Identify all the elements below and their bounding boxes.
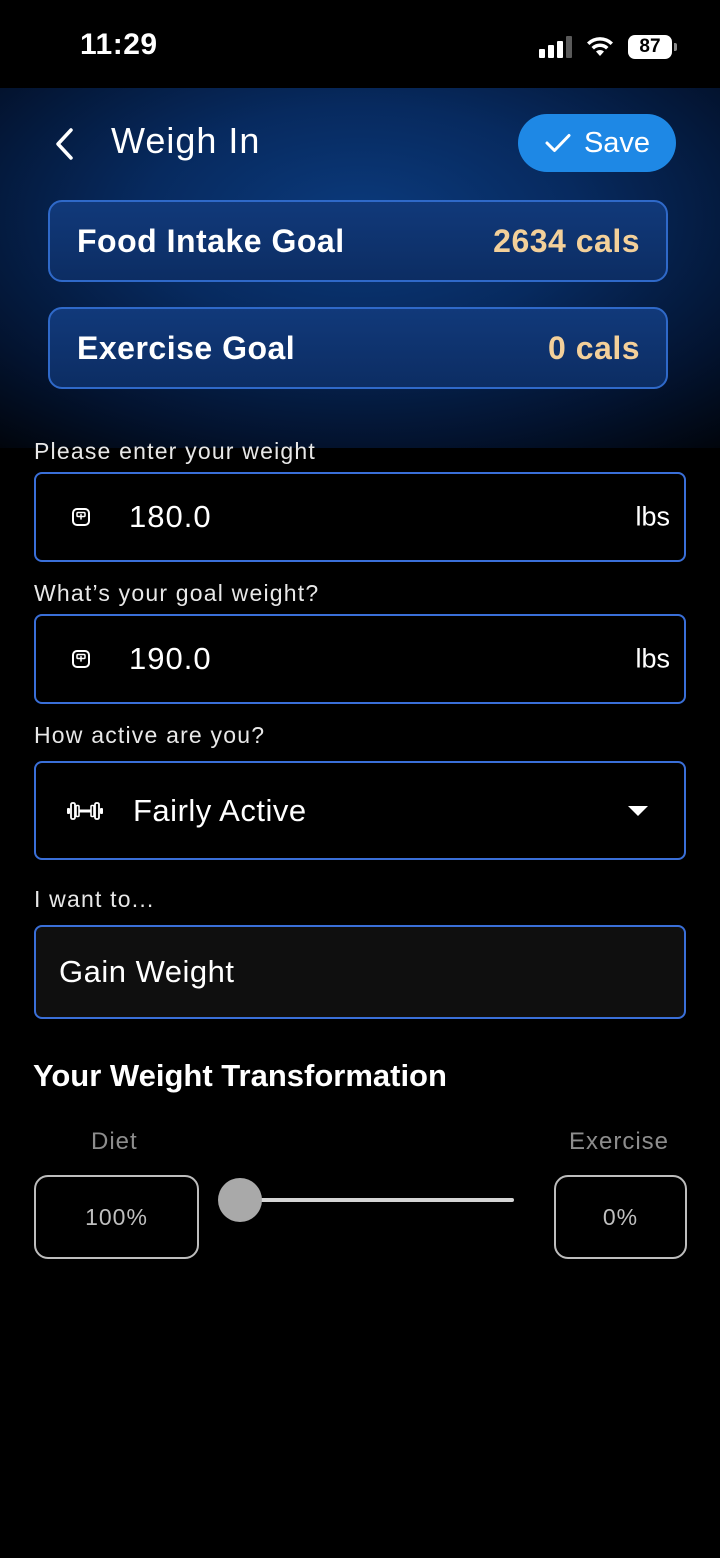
goal-weight-field[interactable]: 190.0 lbs: [34, 614, 686, 704]
current-weight-label: Please enter your weight: [34, 438, 316, 464]
goal-weight-label: What’s your goal weight?: [34, 580, 320, 606]
goal-direction-select[interactable]: Gain Weight: [34, 925, 686, 1019]
goal-direction-label: I want to...: [34, 886, 155, 912]
food-intake-goal-card: Food Intake Goal 2634 cals: [48, 200, 668, 282]
goal-weight-value: 190.0: [129, 641, 212, 676]
page-title: Weigh In: [111, 120, 261, 161]
status-bar: 11:29 87: [0, 0, 720, 88]
exercise-goal-label: Exercise Goal: [77, 329, 296, 366]
diet-exercise-slider-thumb[interactable]: [218, 1178, 262, 1222]
diet-percent-value: 100%: [85, 1203, 148, 1230]
battery-level: 87: [639, 36, 661, 57]
scale-icon: [70, 507, 92, 527]
exercise-goal-card: Exercise Goal 0 cals: [48, 307, 668, 389]
activity-value: Fairly Active: [133, 792, 307, 828]
activity-label: How active are you?: [34, 722, 266, 748]
save-button[interactable]: Save: [518, 114, 676, 172]
chevron-left-icon: [56, 128, 73, 160]
diet-percent-box: 100%: [34, 1175, 199, 1259]
signal-icon: [539, 36, 572, 58]
food-intake-goal-value: 2634 cals: [493, 222, 640, 259]
chevron-down-icon: [628, 805, 648, 816]
goal-weight-unit: lbs: [635, 643, 670, 674]
status-icons: 87: [539, 32, 677, 62]
battery-icon: 87: [628, 35, 677, 59]
wifi-icon: [587, 37, 613, 56]
checkmark-icon: [545, 134, 571, 152]
exercise-percent-value: 0%: [602, 1203, 639, 1230]
transformation-title: Your Weight Transformation: [33, 1058, 447, 1093]
dumbbell-icon: [66, 800, 104, 822]
diet-label: Diet: [91, 1128, 138, 1155]
exercise-percent-box: 0%: [554, 1175, 687, 1259]
scale-icon: [70, 649, 92, 669]
diet-exercise-slider-track[interactable]: [238, 1198, 514, 1202]
current-weight-value: 180.0: [129, 499, 212, 534]
food-intake-goal-label: Food Intake Goal: [77, 222, 345, 259]
save-button-label: Save: [583, 126, 651, 159]
exercise-label: Exercise: [569, 1128, 670, 1155]
goal-direction-value: Gain Weight: [59, 954, 235, 989]
activity-select[interactable]: Fairly Active: [34, 761, 686, 860]
current-weight-unit: lbs: [635, 501, 670, 532]
status-time: 11:29: [80, 28, 158, 61]
back-button[interactable]: [44, 122, 84, 166]
exercise-goal-value: 0 cals: [548, 329, 640, 366]
current-weight-field[interactable]: 180.0 lbs: [34, 472, 686, 562]
